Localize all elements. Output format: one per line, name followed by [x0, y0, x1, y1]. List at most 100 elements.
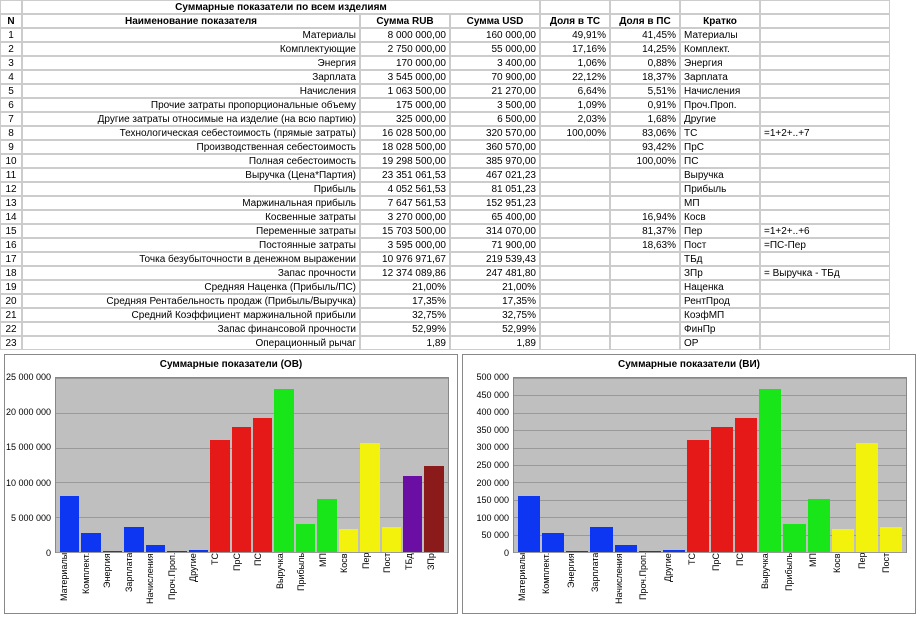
row-name-14[interactable]: Переменные затраты: [22, 224, 360, 238]
row-rub-2[interactable]: 170 000,00: [360, 56, 450, 70]
row-num-17[interactable]: 18: [0, 266, 22, 280]
row-short-15[interactable]: Пост: [680, 238, 760, 252]
col-header-3[interactable]: Сумма USD: [450, 14, 540, 28]
row-pc-7[interactable]: 83,06%: [610, 126, 680, 140]
row-tc-0[interactable]: 49,91%: [540, 28, 610, 42]
row-usd-15[interactable]: 71 900,00: [450, 238, 540, 252]
row-tc-8[interactable]: [540, 140, 610, 154]
row-num-6[interactable]: 7: [0, 112, 22, 126]
row-name-20[interactable]: Средний Коэффициент маржинальной прибыли: [22, 308, 360, 322]
row-num-14[interactable]: 15: [0, 224, 22, 238]
row-num-22[interactable]: 23: [0, 336, 22, 350]
row-name-16[interactable]: Точка безубыточности в денежном выражени…: [22, 252, 360, 266]
row-tc-4[interactable]: 6,64%: [540, 84, 610, 98]
row-pc-17[interactable]: [610, 266, 680, 280]
row-tc-19[interactable]: [540, 294, 610, 308]
row-num-13[interactable]: 14: [0, 210, 22, 224]
row-pc-3[interactable]: 18,37%: [610, 70, 680, 84]
row-name-7[interactable]: Технологическая себестоимость (прямые за…: [22, 126, 360, 140]
row-extra-12[interactable]: [760, 196, 890, 210]
row-extra-18[interactable]: [760, 280, 890, 294]
row-rub-18[interactable]: 21,00%: [360, 280, 450, 294]
row-name-4[interactable]: Начисления: [22, 84, 360, 98]
row-usd-8[interactable]: 360 570,00: [450, 140, 540, 154]
row-extra-13[interactable]: [760, 210, 890, 224]
row-name-2[interactable]: Энергия: [22, 56, 360, 70]
row-short-10[interactable]: Выручка: [680, 168, 760, 182]
row-name-17[interactable]: Запас прочности: [22, 266, 360, 280]
row-usd-14[interactable]: 314 070,00: [450, 224, 540, 238]
row-rub-4[interactable]: 1 063 500,00: [360, 84, 450, 98]
row-short-8[interactable]: ПрС: [680, 140, 760, 154]
row-short-2[interactable]: Энергия: [680, 56, 760, 70]
row-pc-16[interactable]: [610, 252, 680, 266]
row-num-7[interactable]: 8: [0, 126, 22, 140]
row-extra-22[interactable]: [760, 336, 890, 350]
row-pc-18[interactable]: [610, 280, 680, 294]
row-tc-10[interactable]: [540, 168, 610, 182]
row-short-4[interactable]: Начисления: [680, 84, 760, 98]
row-name-22[interactable]: Операционный рычаг: [22, 336, 360, 350]
row-tc-21[interactable]: [540, 322, 610, 336]
row-num-12[interactable]: 13: [0, 196, 22, 210]
row-short-13[interactable]: Косв: [680, 210, 760, 224]
row-name-13[interactable]: Косвенные затраты: [22, 210, 360, 224]
row-usd-13[interactable]: 65 400,00: [450, 210, 540, 224]
row-usd-9[interactable]: 385 970,00: [450, 154, 540, 168]
row-num-18[interactable]: 19: [0, 280, 22, 294]
row-extra-9[interactable]: [760, 154, 890, 168]
col-header-6[interactable]: Кратко: [680, 14, 760, 28]
row-usd-7[interactable]: 320 570,00: [450, 126, 540, 140]
row-extra-19[interactable]: [760, 294, 890, 308]
row-name-10[interactable]: Выручка (Цена*Партия): [22, 168, 360, 182]
row-rub-9[interactable]: 19 298 500,00: [360, 154, 450, 168]
row-extra-6[interactable]: [760, 112, 890, 126]
row-tc-15[interactable]: [540, 238, 610, 252]
row-usd-3[interactable]: 70 900,00: [450, 70, 540, 84]
row-rub-13[interactable]: 3 270 000,00: [360, 210, 450, 224]
row-tc-20[interactable]: [540, 308, 610, 322]
row-short-22[interactable]: ОР: [680, 336, 760, 350]
row-rub-21[interactable]: 52,99%: [360, 322, 450, 336]
row-rub-14[interactable]: 15 703 500,00: [360, 224, 450, 238]
row-tc-12[interactable]: [540, 196, 610, 210]
row-name-6[interactable]: Другие затраты относимые на изделие (на …: [22, 112, 360, 126]
row-pc-2[interactable]: 0,88%: [610, 56, 680, 70]
row-pc-22[interactable]: [610, 336, 680, 350]
row-usd-10[interactable]: 467 021,23: [450, 168, 540, 182]
row-short-3[interactable]: Зарплата: [680, 70, 760, 84]
row-name-11[interactable]: Прибыль: [22, 182, 360, 196]
row-short-9[interactable]: ПС: [680, 154, 760, 168]
row-rub-7[interactable]: 16 028 500,00: [360, 126, 450, 140]
row-usd-5[interactable]: 3 500,00: [450, 98, 540, 112]
row-pc-10[interactable]: [610, 168, 680, 182]
row-num-3[interactable]: 4: [0, 70, 22, 84]
row-tc-22[interactable]: [540, 336, 610, 350]
row-name-21[interactable]: Запас финансовой прочности: [22, 322, 360, 336]
row-rub-11[interactable]: 4 052 561,53: [360, 182, 450, 196]
row-rub-1[interactable]: 2 750 000,00: [360, 42, 450, 56]
row-tc-16[interactable]: [540, 252, 610, 266]
row-num-9[interactable]: 10: [0, 154, 22, 168]
col-header-7[interactable]: [760, 14, 890, 28]
row-rub-8[interactable]: 18 028 500,00: [360, 140, 450, 154]
row-extra-4[interactable]: [760, 84, 890, 98]
row-pc-9[interactable]: 100,00%: [610, 154, 680, 168]
row-rub-15[interactable]: 3 595 000,00: [360, 238, 450, 252]
row-usd-12[interactable]: 152 951,23: [450, 196, 540, 210]
row-extra-7[interactable]: =1+2+..+7: [760, 126, 890, 140]
row-pc-1[interactable]: 14,25%: [610, 42, 680, 56]
row-short-0[interactable]: Материалы: [680, 28, 760, 42]
row-short-17[interactable]: ЗПр: [680, 266, 760, 280]
row-pc-0[interactable]: 41,45%: [610, 28, 680, 42]
row-tc-18[interactable]: [540, 280, 610, 294]
row-rub-10[interactable]: 23 351 061,53: [360, 168, 450, 182]
row-name-8[interactable]: Производственная себестоимость: [22, 140, 360, 154]
row-extra-21[interactable]: [760, 322, 890, 336]
col-header-5[interactable]: Доля в ПС: [610, 14, 680, 28]
row-usd-18[interactable]: 21,00%: [450, 280, 540, 294]
row-name-1[interactable]: Комплектующие: [22, 42, 360, 56]
row-extra-11[interactable]: [760, 182, 890, 196]
row-extra-10[interactable]: [760, 168, 890, 182]
row-num-16[interactable]: 17: [0, 252, 22, 266]
